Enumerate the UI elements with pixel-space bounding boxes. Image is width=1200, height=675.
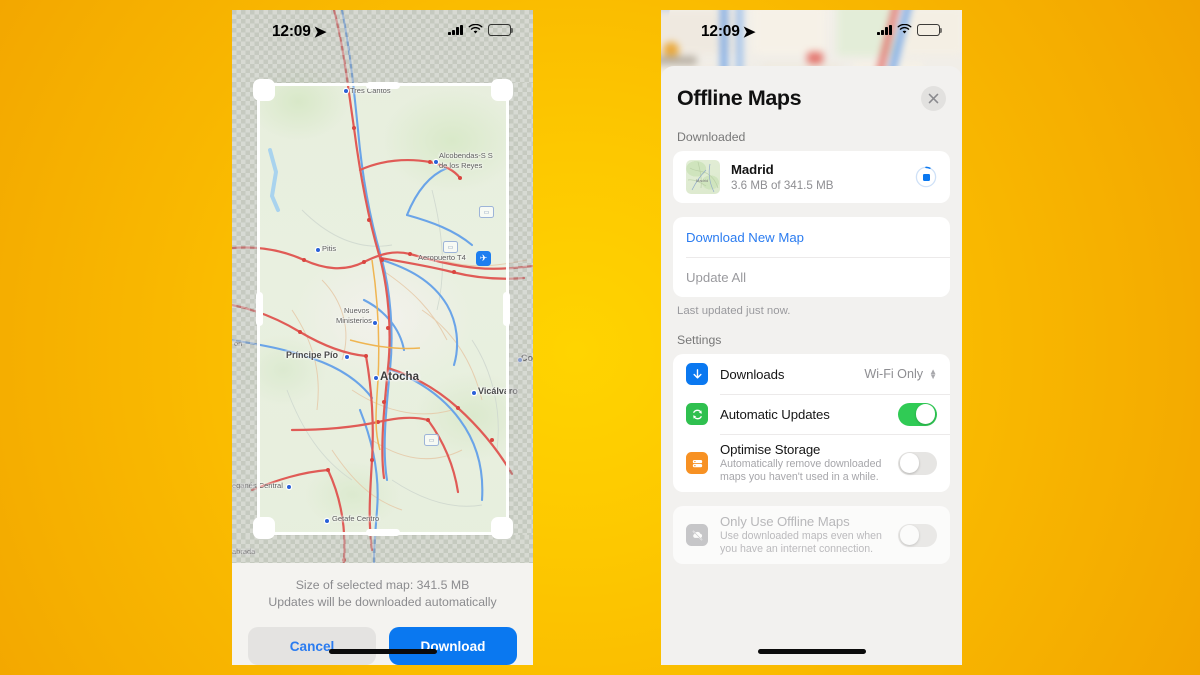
optimise-storage-toggle[interactable] bbox=[898, 451, 937, 475]
settings-row-text: Downloads bbox=[720, 359, 864, 390]
settings-row-text: Automatic Updates bbox=[720, 399, 898, 430]
toggle-knob bbox=[899, 453, 920, 473]
settings-row-text: Optimise Storage Automatically remove do… bbox=[720, 434, 898, 492]
close-glyph bbox=[928, 93, 939, 104]
selection-handle-bottom-right[interactable] bbox=[491, 517, 513, 539]
download-arrow-glyph bbox=[692, 368, 702, 379]
settings-row-title: Automatic Updates bbox=[720, 406, 830, 422]
map-selection-frame[interactable] bbox=[253, 79, 513, 539]
selection-handle-bottom-left[interactable] bbox=[253, 517, 275, 539]
settings-row-automatic-updates[interactable]: Automatic Updates bbox=[673, 394, 950, 434]
map-actions-card: Download New Map Update All bbox=[673, 217, 950, 297]
svg-text:Madrid: Madrid bbox=[696, 178, 708, 183]
map-thumbnail-vector: Madrid bbox=[687, 161, 719, 193]
cloud-slash-glyph bbox=[692, 530, 702, 540]
sheet-header: Offline Maps bbox=[661, 66, 962, 111]
only-use-offline-maps-toggle[interactable] bbox=[898, 523, 937, 547]
automatic-updates-toggle[interactable] bbox=[898, 402, 937, 426]
toggle-knob bbox=[915, 404, 936, 424]
settings-row-optimise-storage[interactable]: Optimise Storage Automatically remove do… bbox=[673, 434, 950, 492]
cancel-button[interactable]: Cancel bbox=[248, 627, 376, 665]
downloads-value-select[interactable]: Wi-Fi Only ▲ ▼ bbox=[864, 367, 937, 381]
selection-handle-left[interactable] bbox=[256, 292, 263, 326]
settings-row-subtitle: Use downloaded maps even when you have a… bbox=[720, 530, 882, 555]
settings-row-title: Optimise Storage bbox=[720, 442, 821, 457]
chevron-up-down-icon: ▲ ▼ bbox=[929, 367, 937, 381]
storage-drive-icon bbox=[686, 452, 708, 474]
selection-handle-top-right[interactable] bbox=[491, 79, 513, 101]
map-thumbnail: Madrid bbox=[686, 160, 720, 194]
home-indicator[interactable] bbox=[757, 649, 866, 654]
cloud-slash-icon bbox=[686, 524, 708, 546]
downloaded-section-header: Downloaded bbox=[677, 130, 746, 144]
phone-right-offline-maps: 12:09 ➤ Offline Maps Downloaded Madrid M… bbox=[661, 10, 962, 665]
last-updated-note: Last updated just now. bbox=[677, 305, 791, 317]
selection-handle-top[interactable] bbox=[366, 82, 400, 89]
download-new-map-button[interactable]: Download New Map bbox=[673, 217, 950, 257]
storage-drive-glyph bbox=[692, 459, 702, 467]
download-arrow-icon bbox=[686, 363, 708, 385]
downloaded-maps-card: Madrid Madrid 3.6 MB of 341.5 MB bbox=[673, 151, 950, 203]
screenshot-stage: Tres Cantos Alcobendas-S S de los Reyes … bbox=[0, 0, 1200, 675]
phone-left-map-selection: Tres Cantos Alcobendas-S S de los Reyes … bbox=[232, 10, 533, 665]
settings-row-subtitle: Automatically remove downloaded maps you… bbox=[720, 458, 882, 483]
downloads-value-text: Wi-Fi Only bbox=[864, 367, 924, 381]
progress-ring bbox=[915, 166, 937, 188]
settings-row-downloads[interactable]: Downloads Wi-Fi Only ▲ ▼ bbox=[673, 354, 950, 394]
selection-handle-right[interactable] bbox=[503, 292, 510, 326]
settings-row-text: Only Use Offline Maps Use downloaded map… bbox=[720, 506, 898, 564]
secondary-settings-card: Only Use Offline Maps Use downloaded map… bbox=[673, 506, 950, 564]
refresh-cycle-glyph bbox=[692, 409, 702, 419]
stop-download-icon[interactable] bbox=[915, 166, 937, 188]
settings-card: Downloads Wi-Fi Only ▲ ▼ Automatic Updat… bbox=[673, 354, 950, 492]
selection-handle-bottom[interactable] bbox=[366, 529, 400, 536]
refresh-cycle-icon bbox=[686, 403, 708, 425]
update-all-button[interactable]: Update All bbox=[673, 257, 950, 297]
downloaded-map-progress-text: 3.6 MB of 341.5 MB bbox=[731, 179, 834, 192]
offline-maps-sheet: Offline Maps Downloaded Madrid Madrid 3.… bbox=[661, 66, 962, 665]
selected-map-size-text: Size of selected map: 341.5 MB bbox=[295, 578, 470, 592]
download-button[interactable]: Download bbox=[389, 627, 517, 665]
downloaded-map-row[interactable]: Madrid Madrid 3.6 MB of 341.5 MB bbox=[673, 151, 950, 203]
settings-row-title: Only Use Offline Maps bbox=[720, 514, 850, 529]
downloaded-map-text: Madrid 3.6 MB of 341.5 MB bbox=[731, 162, 915, 192]
auto-updates-text: Updates will be downloaded automatically bbox=[268, 595, 497, 609]
home-indicator[interactable] bbox=[328, 649, 437, 654]
downloaded-map-name: Madrid bbox=[731, 162, 774, 177]
settings-row-title: Downloads bbox=[720, 366, 785, 382]
settings-section-header: Settings bbox=[677, 333, 722, 347]
page-title: Offline Maps bbox=[677, 86, 802, 110]
close-icon[interactable] bbox=[921, 86, 946, 111]
action-buttons: Cancel Download bbox=[248, 627, 517, 665]
toggle-knob bbox=[899, 525, 920, 545]
selection-handle-top-left[interactable] bbox=[253, 79, 275, 101]
settings-row-only-use-offline-maps[interactable]: Only Use Offline Maps Use downloaded map… bbox=[673, 506, 950, 564]
